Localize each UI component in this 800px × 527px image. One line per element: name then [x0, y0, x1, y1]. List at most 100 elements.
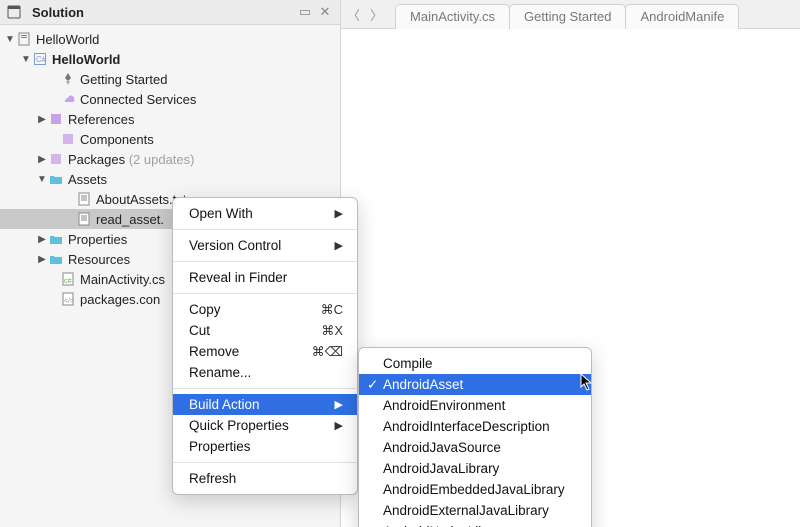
components-icon — [60, 131, 76, 147]
cloud-icon — [60, 91, 76, 107]
submenu-arrow-icon: ▶ — [335, 239, 343, 252]
menu-label: Open With — [189, 206, 305, 221]
tab-label: MainActivity.cs — [410, 9, 495, 24]
menu-cut[interactable]: Cut ⌘X — [173, 320, 357, 341]
menu-rename[interactable]: Rename... — [173, 362, 357, 383]
menu-shortcut: ⌘X — [321, 323, 343, 339]
menu-remove[interactable]: Remove ⌘⌫ — [173, 341, 357, 362]
menu-label: Build Action — [189, 397, 305, 412]
chevron-down-icon[interactable]: ▼ — [20, 54, 32, 65]
menu-label: AndroidExternalJavaLibrary — [383, 503, 577, 518]
folder-icon — [48, 171, 64, 187]
submenu-android-java-library[interactable]: AndroidJavaLibrary — [359, 458, 591, 479]
close-icon[interactable]: ✕ — [318, 5, 332, 19]
folder-icon — [48, 231, 64, 247]
tab-label: Getting Started — [524, 9, 611, 24]
menu-separator — [173, 462, 357, 463]
menu-label: Rename... — [189, 365, 343, 380]
chevron-down-icon[interactable]: ▼ — [4, 34, 16, 45]
tree-label: HelloWorld — [36, 32, 99, 47]
menu-label: Cut — [189, 323, 291, 338]
submenu-android-external-java-library[interactable]: AndroidExternalJavaLibrary — [359, 500, 591, 521]
solution-icon — [6, 4, 22, 20]
tree-node-connected-services[interactable]: • Connected Services — [0, 89, 340, 109]
chevron-right-icon[interactable]: ▶ — [36, 234, 48, 245]
menu-separator — [173, 229, 357, 230]
tree-label: MainActivity.cs — [80, 272, 165, 287]
tree-label: References — [68, 112, 134, 127]
submenu-android-java-source[interactable]: AndroidJavaSource — [359, 437, 591, 458]
tree-node-assets[interactable]: ▼ Assets — [0, 169, 340, 189]
tree-label: Assets — [68, 172, 107, 187]
tree-label: Components — [80, 132, 154, 147]
menu-label: AndroidEnvironment — [383, 398, 577, 413]
menu-properties[interactable]: Properties — [173, 436, 357, 457]
chevron-right-icon[interactable]: ▶ — [36, 154, 48, 165]
menu-build-action[interactable]: Build Action ▶ — [173, 394, 357, 415]
menu-shortcut: ⌘⌫ — [312, 344, 343, 360]
tree-node-packages[interactable]: ▶ Packages (2 updates) — [0, 149, 340, 169]
submenu-android-environment[interactable]: AndroidEnvironment — [359, 395, 591, 416]
tree-node-components[interactable]: • Components — [0, 129, 340, 149]
tree-node-solution[interactable]: ▼ HelloWorld — [0, 29, 340, 49]
packages-icon — [48, 151, 64, 167]
tab-label: AndroidManife — [640, 9, 724, 24]
submenu-build-action: Compile AndroidAsset AndroidEnvironment … — [358, 347, 592, 527]
nav-forward-icon[interactable]: 〉 — [370, 5, 383, 24]
submenu-android-embedded-java-library[interactable]: AndroidEmbeddedJavaLibrary — [359, 479, 591, 500]
chevron-right-icon[interactable]: ▶ — [36, 114, 48, 125]
tree-label: read_asset. — [96, 212, 164, 227]
csproj-icon: C# — [32, 51, 48, 67]
tree-label: Packages (2 updates) — [68, 152, 194, 167]
menu-label: Properties — [189, 439, 343, 454]
tab-android-manifest[interactable]: AndroidManife — [625, 4, 739, 29]
svg-text:</>: </> — [64, 298, 74, 305]
tree-node-project[interactable]: ▼ C# HelloWorld — [0, 49, 340, 69]
menu-label: Version Control — [189, 238, 305, 253]
tree-node-getting-started[interactable]: • Getting Started — [0, 69, 340, 89]
chevron-down-icon[interactable]: ▼ — [36, 174, 48, 185]
config-file-icon: </> — [60, 291, 76, 307]
menu-reveal-in-finder[interactable]: Reveal in Finder — [173, 267, 357, 288]
menu-label: AndroidJavaLibrary — [383, 461, 577, 476]
pin-icon[interactable]: ▭ — [298, 5, 312, 19]
svg-text:C#: C# — [36, 55, 47, 64]
menu-label: Copy — [189, 302, 291, 317]
tree-node-references[interactable]: ▶ References — [0, 109, 340, 129]
submenu-android-interface-description[interactable]: AndroidInterfaceDescription — [359, 416, 591, 437]
solution-file-icon — [16, 31, 32, 47]
nav-back-icon[interactable]: 〈 — [347, 5, 360, 24]
menu-open-with[interactable]: Open With ▶ — [173, 203, 357, 224]
folder-icon — [48, 251, 64, 267]
menu-refresh[interactable]: Refresh — [173, 468, 357, 489]
solution-panel-header: Solution ▭ ✕ — [0, 0, 340, 25]
tree-label: packages.con — [80, 292, 160, 307]
menu-quick-properties[interactable]: Quick Properties ▶ — [173, 415, 357, 436]
submenu-compile[interactable]: Compile — [359, 353, 591, 374]
menu-label: Compile — [383, 356, 577, 371]
menu-label: Reveal in Finder — [189, 270, 343, 285]
submenu-android-asset[interactable]: AndroidAsset — [359, 374, 591, 395]
text-file-icon — [76, 211, 92, 227]
tab-mainactivity[interactable]: MainActivity.cs — [395, 4, 510, 29]
menu-separator — [173, 293, 357, 294]
tabs-bar: 〈 〉 MainActivity.cs Getting Started Andr… — [341, 0, 800, 29]
chevron-right-icon[interactable]: ▶ — [36, 254, 48, 265]
rocket-icon — [60, 71, 76, 87]
menu-label: AndroidJavaSource — [383, 440, 577, 455]
menu-label: Quick Properties — [189, 418, 305, 433]
menu-copy[interactable]: Copy ⌘C — [173, 299, 357, 320]
cs-file-icon: c# — [60, 271, 76, 287]
tree-label: Resources — [68, 252, 130, 267]
submenu-android-native-library[interactable]: AndroidNativeLibrary — [359, 521, 591, 527]
menu-version-control[interactable]: Version Control ▶ — [173, 235, 357, 256]
menu-separator — [173, 261, 357, 262]
submenu-arrow-icon: ▶ — [335, 398, 343, 411]
submenu-arrow-icon: ▶ — [335, 419, 343, 432]
tree-label: HelloWorld — [52, 52, 120, 67]
references-icon — [48, 111, 64, 127]
tab-getting-started[interactable]: Getting Started — [509, 4, 626, 29]
tree-label: Connected Services — [80, 92, 196, 107]
menu-label: AndroidInterfaceDescription — [383, 419, 577, 434]
context-menu: Open With ▶ Version Control ▶ Reveal in … — [172, 197, 358, 495]
